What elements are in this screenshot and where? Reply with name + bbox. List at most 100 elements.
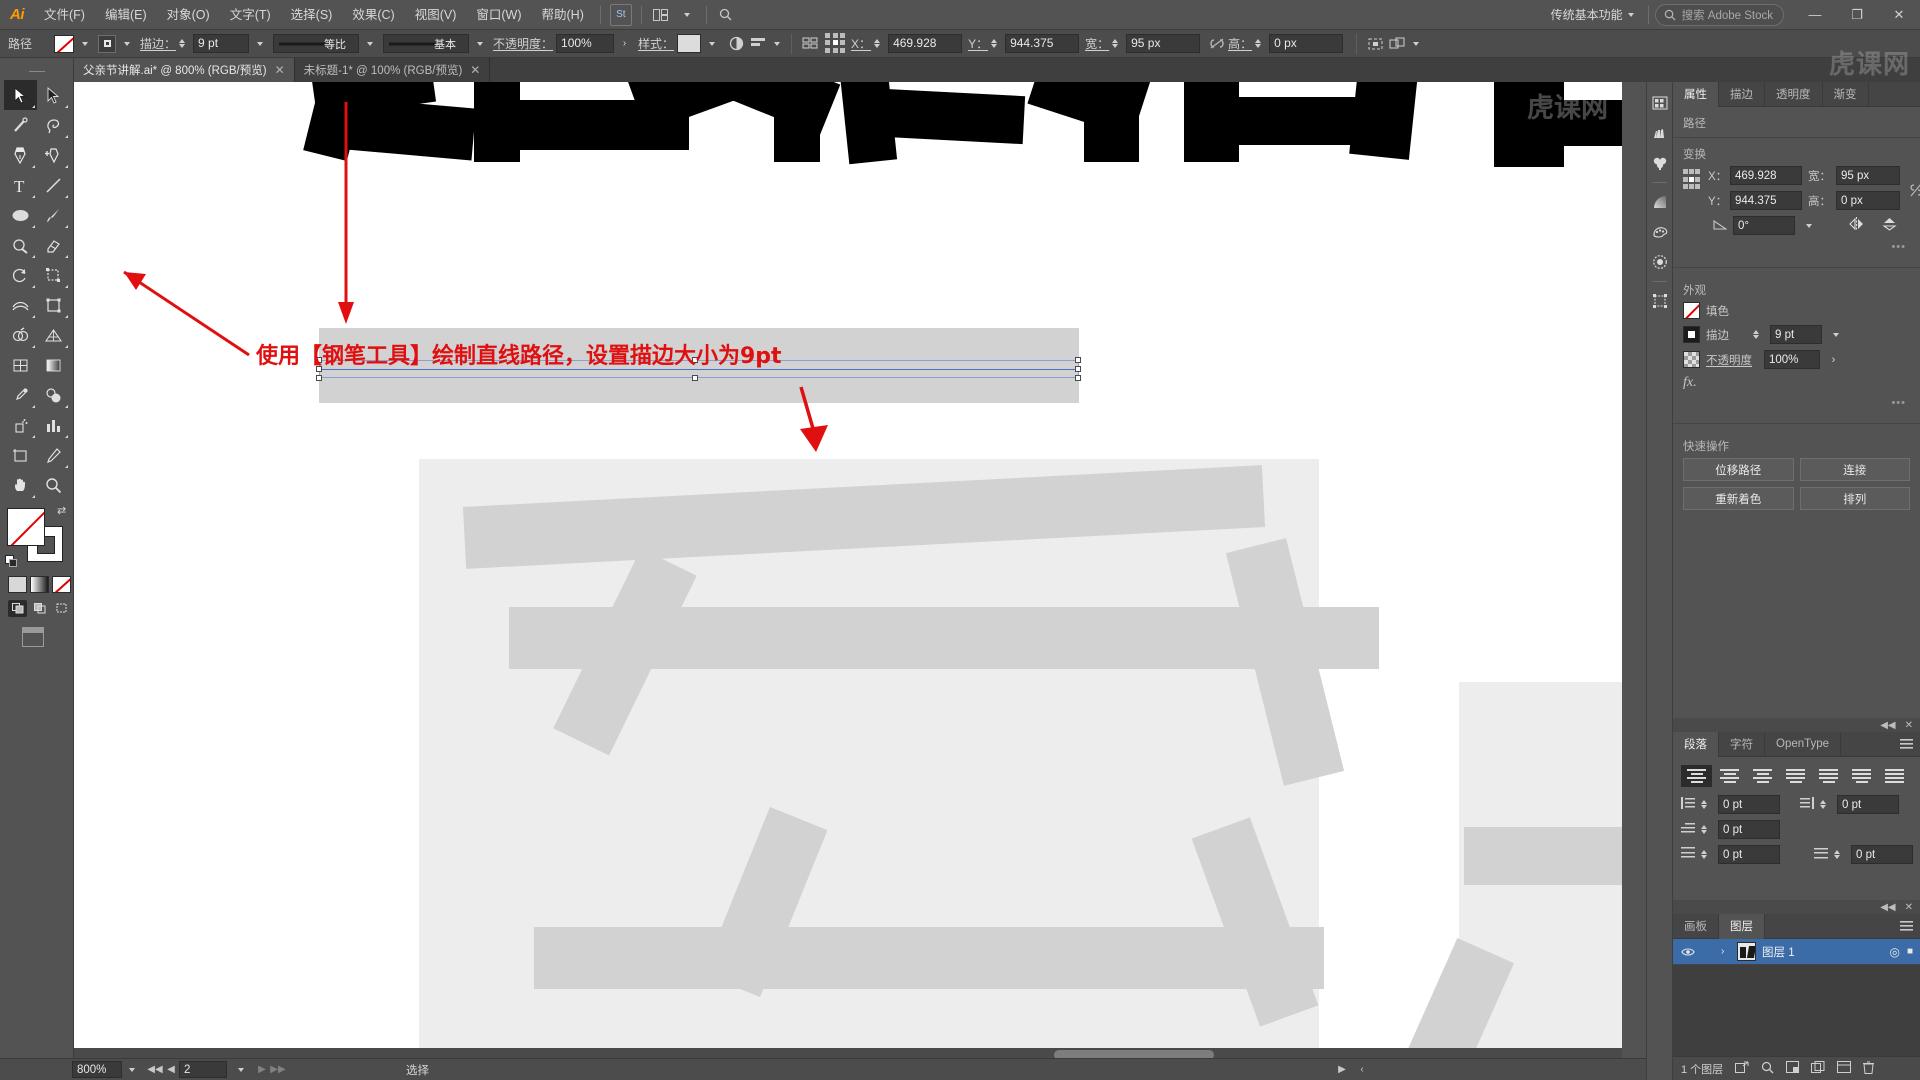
prev-artboard-button[interactable]: ◀ (163, 1064, 179, 1075)
align-dropdown-icon[interactable] (769, 35, 784, 53)
type-tool[interactable]: T (4, 170, 37, 200)
gradient-panel-icon[interactable] (1647, 187, 1673, 217)
screen-mode-icon[interactable] (22, 627, 44, 647)
layers-panel-menu-icon[interactable] (1900, 920, 1920, 932)
symbol-sprayer-tool[interactable] (4, 410, 37, 440)
menu-object[interactable]: 对象(O) (157, 0, 220, 30)
indent-right-input[interactable]: 0 pt (1837, 795, 1899, 814)
angle-input[interactable]: 0° (1733, 216, 1795, 235)
stroke-profile-select[interactable]: 等比 (273, 34, 360, 53)
offset-path-button[interactable]: 位移路径 (1683, 458, 1794, 481)
workspace-switcher[interactable]: 传统基本功能 (1543, 4, 1642, 26)
opacity-swatch[interactable] (1683, 351, 1700, 368)
artboard-tool[interactable] (4, 440, 37, 470)
selection-indicator[interactable]: ■ (1907, 946, 1913, 957)
width-tool[interactable] (4, 290, 37, 320)
menu-effect[interactable]: 效果(C) (342, 0, 404, 30)
adobe-stock-icon[interactable]: St (609, 3, 632, 26)
menu-file[interactable]: 文件(F) (34, 0, 95, 30)
menu-edit[interactable]: 编辑(E) (95, 0, 157, 30)
line-segment-tool[interactable] (37, 170, 70, 200)
gradient-button[interactable] (30, 576, 49, 593)
selection-handle[interactable] (316, 375, 322, 381)
status-next-icon[interactable]: ▶ (1334, 1064, 1350, 1075)
transform-panel-icon[interactable] (1647, 286, 1673, 316)
tab-paragraph[interactable]: 段落 (1673, 731, 1719, 757)
stroke-weight-label[interactable]: 描边： (140, 35, 176, 52)
tab-opentype[interactable]: OpenType (1765, 731, 1842, 757)
selection-handle[interactable] (1075, 357, 1081, 363)
select-similar-icon[interactable] (1386, 34, 1408, 54)
status-menu-icon[interactable]: ‹ (1354, 1064, 1370, 1075)
swap-fill-stroke-icon[interactable]: ⇄ (57, 504, 71, 518)
fx-icon[interactable]: fx. (1683, 375, 1697, 391)
stroke-swatch[interactable] (98, 34, 116, 53)
zoom-level-input[interactable]: 800% (72, 1061, 122, 1078)
brush-definition-dropdown-icon[interactable] (472, 35, 487, 53)
layer-row[interactable]: › 图层 1 ◎ ■ (1673, 939, 1920, 965)
selection-handle[interactable] (1075, 366, 1081, 372)
make-mask-icon[interactable] (1761, 1061, 1774, 1077)
menu-select[interactable]: 选择(S) (281, 0, 343, 30)
opacity-mask-icon[interactable] (725, 34, 747, 54)
document-tab-1[interactable]: 父亲节讲解.ai* @ 800% (RGB/预览) ✕ (74, 58, 295, 82)
stroke-swatch[interactable] (1683, 326, 1700, 343)
stroke-weight-dropdown-icon[interactable] (1828, 326, 1843, 344)
flip-vertical-icon[interactable] (1881, 217, 1898, 234)
perspective-grid-tool[interactable] (37, 320, 70, 350)
select-similar-dropdown-icon[interactable] (1408, 35, 1423, 53)
eyedropper-tool[interactable] (4, 380, 37, 410)
space-before-input[interactable]: 0 pt (1718, 845, 1780, 864)
last-artboard-button[interactable]: ▶▶ (270, 1064, 286, 1075)
minimize-button[interactable]: — (1794, 0, 1836, 30)
align-right-button[interactable] (1747, 765, 1778, 787)
arrange-chevron-icon[interactable] (674, 4, 700, 26)
first-line-indent-input[interactable]: 0 pt (1718, 820, 1780, 839)
restore-button[interactable]: ❐ (1836, 0, 1878, 30)
x-input[interactable]: 469.928 (1730, 166, 1802, 185)
stroke-weight-stepper[interactable] (1753, 330, 1762, 339)
menu-view[interactable]: 视图(V) (405, 0, 467, 30)
pen-tool[interactable] (4, 140, 37, 170)
fill-stroke-indicator[interactable]: ⇄ (5, 504, 71, 568)
target-icon[interactable]: ◎ (1889, 945, 1899, 959)
rotate-tool[interactable] (4, 260, 37, 290)
arrange-documents-icon[interactable] (648, 4, 674, 26)
search-adobe-icon[interactable] (713, 4, 739, 26)
document-tab-2[interactable]: 未标题-1* @ 100% (RGB/预览) ✕ (295, 58, 491, 82)
collapse-icon[interactable]: ◀◀ (1880, 902, 1895, 913)
ellipse-tool[interactable] (4, 200, 37, 230)
angle-dropdown-icon[interactable] (1801, 217, 1816, 235)
y-input[interactable]: 944.375 (1730, 191, 1802, 210)
indent-left-input[interactable]: 0 pt (1718, 795, 1780, 814)
align-options-icon[interactable] (747, 34, 769, 54)
brushes-panel-icon[interactable] (1647, 118, 1673, 148)
stroke-weight-input[interactable]: 9 pt (193, 34, 250, 53)
stroke-profile-dropdown-icon[interactable] (362, 35, 377, 53)
fill-color-swatch[interactable] (7, 508, 45, 546)
selection-handle[interactable] (692, 375, 698, 381)
stroke-dropdown-icon[interactable] (119, 35, 134, 53)
menu-window[interactable]: 窗口(W) (466, 0, 531, 30)
close-icon[interactable]: ✕ (1905, 902, 1913, 913)
tab-artboards[interactable]: 画板 (1673, 913, 1719, 939)
justify-last-left-button[interactable] (1780, 765, 1811, 787)
link-dimensions-icon[interactable] (1908, 180, 1920, 203)
default-fill-stroke-icon[interactable] (5, 555, 18, 568)
paragraph-panel-menu-icon[interactable] (1900, 738, 1920, 750)
fill-swatch[interactable] (54, 34, 74, 53)
delete-layer-icon[interactable] (1863, 1061, 1875, 1077)
space-before-stepper[interactable] (1701, 850, 1710, 859)
flip-horizontal-icon[interactable] (1848, 217, 1865, 234)
draw-inside-icon[interactable] (52, 600, 71, 617)
layers-collapse-controls[interactable]: ◀◀ ✕ (1673, 900, 1920, 914)
style-swatch[interactable] (677, 34, 702, 53)
close-icon[interactable]: ✕ (470, 63, 480, 77)
stroke-weight-input[interactable]: 9 pt (1770, 325, 1822, 344)
selection-tool[interactable] (4, 80, 37, 110)
zoom-tool[interactable] (37, 470, 70, 500)
first-artboard-button[interactable]: ◀◀ (147, 1064, 163, 1075)
close-button[interactable]: ✕ (1878, 0, 1920, 30)
tab-transparency[interactable]: 透明度 (1765, 81, 1823, 107)
justify-last-center-button[interactable] (1813, 765, 1844, 787)
